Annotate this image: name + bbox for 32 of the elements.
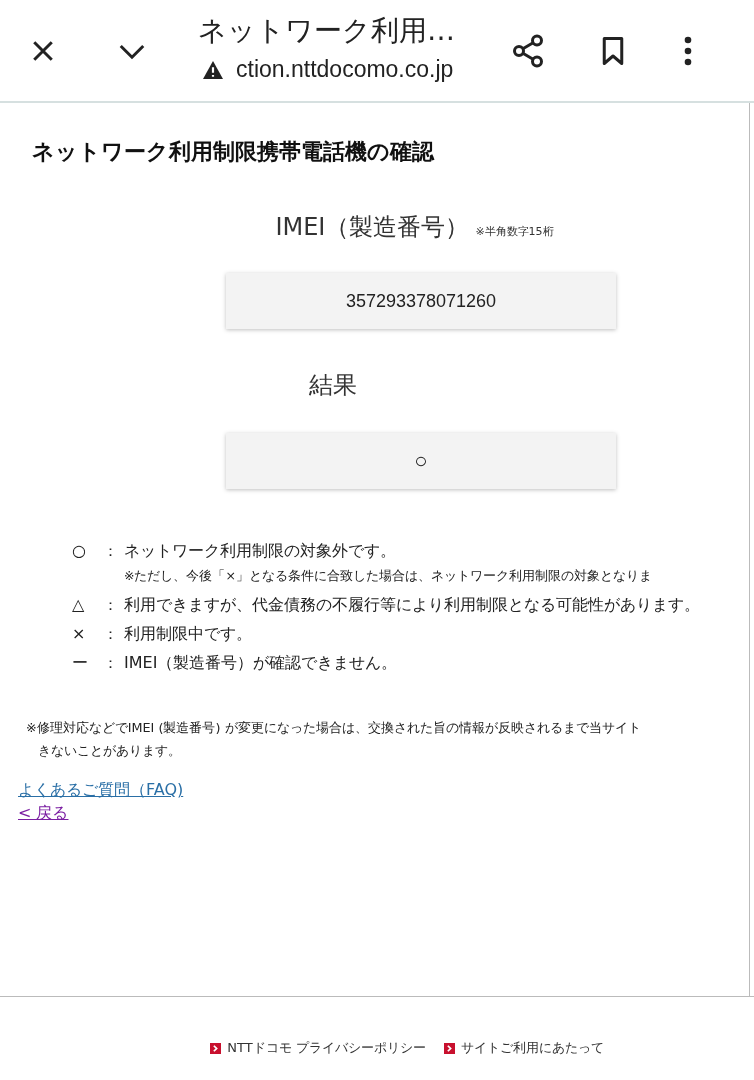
url-text[interactable]: ction.nttdocomo.co.jp	[236, 56, 454, 83]
more-icon[interactable]	[684, 35, 692, 66]
footer-link[interactable]: NTTドコモ プライバシーポリシー	[227, 1039, 426, 1057]
legend-text: IMEI（製造番号）が確認できません。	[124, 653, 398, 674]
legend-text: 利用できますが、代金債務の不履行等により利用制限となる可能性があります。	[124, 595, 700, 616]
legend-colon: ：	[101, 596, 119, 615]
footer-link[interactable]: サイトご利用にあたって	[460, 1039, 604, 1057]
legend-text: ネットワーク利用制限の対象外です。	[124, 541, 396, 562]
page-title: ネットワーク利用…	[198, 13, 456, 49]
share-icon[interactable]	[510, 32, 546, 69]
legend-symbol: △	[72, 595, 86, 614]
footnote-text: ※修理対応などでIMEI (製造番号) が変更になった場合は、交換された旨の情報が反映されるまで当サイト	[26, 720, 642, 737]
imei-label: IMEI（製造番号）	[275, 212, 470, 243]
legend-colon: ：	[101, 542, 119, 561]
page-heading: ネットワーク利用制限携帯電話機の確認	[32, 138, 436, 166]
arrow-icon	[210, 1042, 222, 1054]
imei-field[interactable]: 357293378071260	[226, 273, 616, 329]
legend-colon: ：	[101, 625, 119, 644]
faq-link[interactable]: よくあるご質問（FAQ)	[18, 780, 184, 801]
legend-colon: ：	[101, 654, 119, 673]
back-link[interactable]: < 戻る	[18, 803, 69, 824]
legend-symbol: ○	[72, 541, 87, 560]
result-field: ○	[226, 433, 616, 489]
result-label: 結果	[308, 370, 358, 401]
legend-symbol: ×	[72, 624, 87, 643]
legend-text: 利用制限中です。	[124, 624, 252, 645]
arrow-icon	[443, 1042, 455, 1054]
imei-note: ※半角数字15桁	[475, 224, 554, 239]
legend-symbol: ー	[72, 653, 89, 674]
legend-note: ※ただし、今後「×」となる条件に合致した場合は、ネットワーク利用制限の対象となりま	[124, 568, 653, 585]
footnote-text: きないことがあります。	[37, 743, 182, 760]
warning-icon[interactable]	[202, 59, 224, 80]
